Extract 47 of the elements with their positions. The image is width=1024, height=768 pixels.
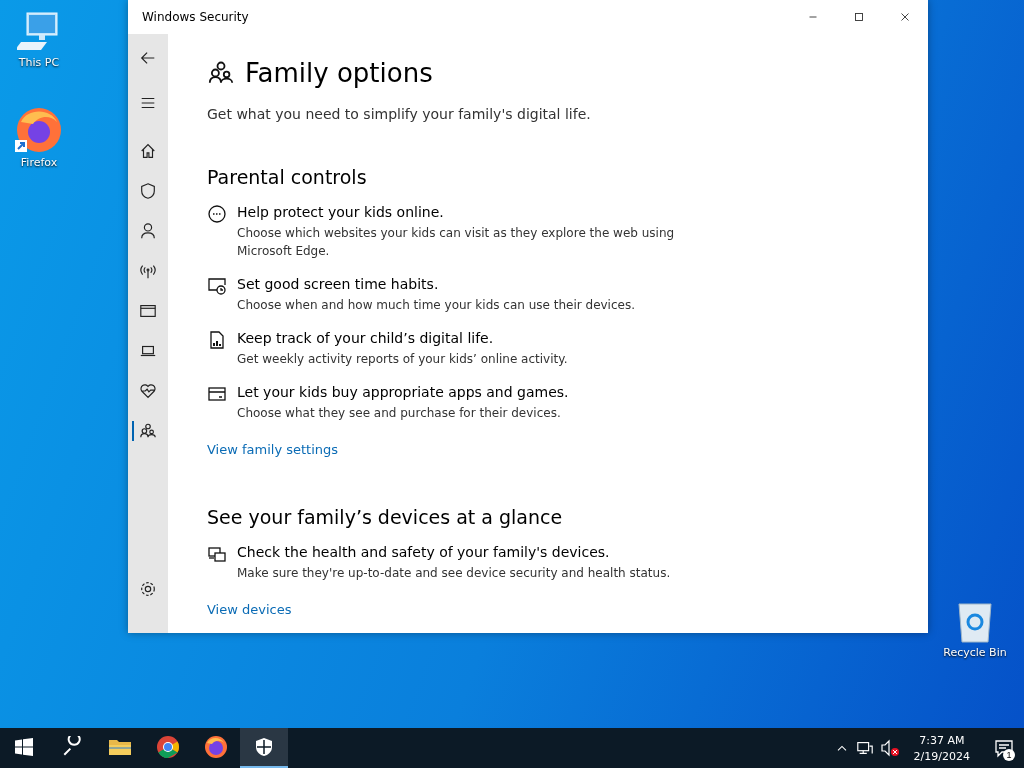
section-heading: See your family’s devices at a glance (207, 506, 564, 528)
heart-pulse-icon (139, 382, 157, 400)
window-title: Windows Security (142, 10, 250, 24)
family-icon (139, 422, 157, 440)
firefox-logo-icon (15, 106, 63, 154)
devices-icon (207, 544, 227, 564)
option-description: Choose what they see and purchase for their devices. (237, 405, 562, 422)
settings-link[interactable]: View family settings (207, 442, 339, 457)
option-title: Set good screen time habits. (237, 276, 440, 292)
back-icon (139, 49, 157, 67)
windows-logo-icon (15, 738, 33, 756)
clock-date[interactable]: 2/19/2024 (913, 749, 970, 763)
option-description: Get weekly activity reports of your kids’ online activity. (237, 351, 568, 368)
shield-icon (254, 737, 274, 757)
notification-icon (994, 738, 1014, 758)
folder-icon (108, 737, 132, 757)
chrome-logo-icon (156, 735, 180, 759)
taskbar-button[interactable] (240, 728, 288, 768)
clock-time[interactable]: 7:37 AM (919, 733, 965, 747)
option-description: Make sure they're up-to-date and see device security and health status. (237, 565, 671, 582)
page-title: Family options (245, 58, 433, 88)
dots-circle-icon (207, 204, 227, 224)
option-title: Help protect your kids online. (237, 204, 445, 220)
settings-link[interactable]: View devices (207, 602, 292, 617)
desktop-icon-label[interactable]: Recycle Bin (943, 646, 1007, 659)
browser-window-icon (139, 302, 157, 320)
report-chart-icon (207, 330, 227, 350)
person-icon (139, 222, 157, 240)
shield-icon (139, 182, 157, 200)
option-title: Check the health and safety of your family's devices. (237, 544, 611, 560)
option-title: Keep track of your child’s digital life. (237, 330, 495, 346)
credit-card-icon (207, 384, 227, 404)
option-description: Choose when and how much time your kids can use their devices. (237, 297, 635, 314)
recycle-bin-icon (955, 600, 995, 644)
option-description: Choose which websites your kids can visit as they explore the web using Microsoft Edge. (237, 225, 676, 260)
network-icon (855, 739, 874, 757)
option-title: Let your kids buy appropriate apps and games. (237, 384, 569, 400)
maximize-icon (852, 10, 866, 24)
settings-icon (139, 580, 157, 598)
home-icon (139, 142, 157, 160)
notification-button[interactable]: 1 (984, 728, 1024, 768)
screen-clock-icon (207, 276, 227, 296)
search-icon (61, 736, 83, 758)
page-subtitle: Get what you need to simplify your family's digital life. (207, 106, 592, 122)
firefox-logo-icon (204, 735, 228, 759)
section-heading: Parental controls (207, 166, 368, 188)
volume-muted-icon (879, 739, 900, 757)
